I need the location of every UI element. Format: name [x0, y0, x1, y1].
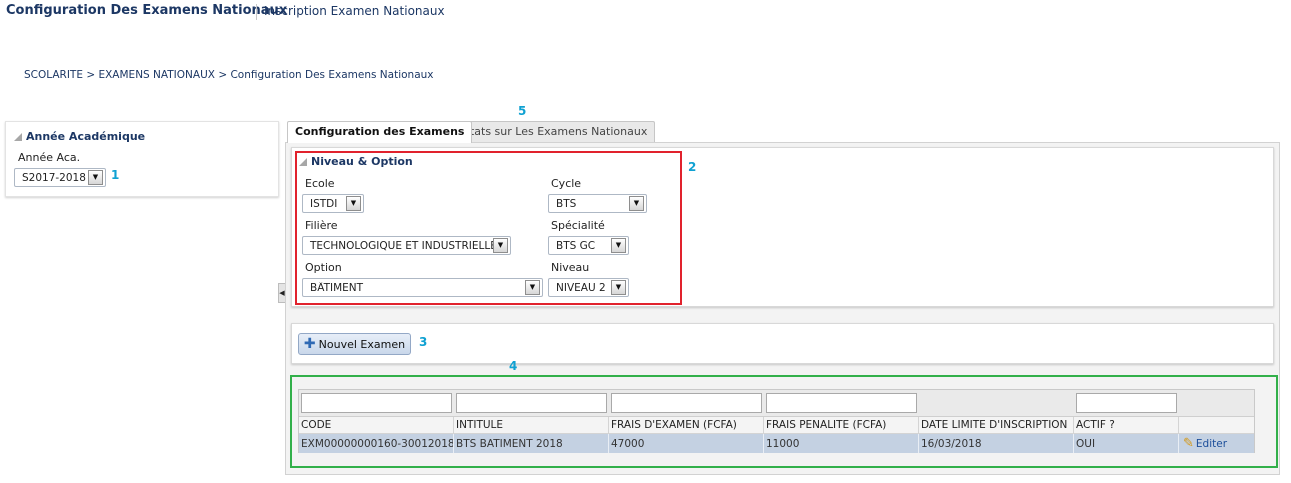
dropdown-arrow-icon[interactable]: ▼: [493, 238, 508, 253]
editer-link[interactable]: ✎ Editer: [1183, 436, 1227, 451]
actions-section: [291, 323, 1274, 364]
option-label: Option: [305, 261, 342, 274]
tab-etats-examens[interactable]: Etats sur Les Examens Nationaux: [455, 121, 656, 142]
option-select[interactable]: BÂTIMENT ▼: [302, 278, 543, 297]
column-header-frais-examen[interactable]: FRAIS D'EXAMEN (FCFA): [609, 417, 764, 433]
header-divider: [256, 4, 257, 20]
filter-input-frais-examen[interactable]: [611, 393, 762, 413]
dropdown-arrow-icon[interactable]: ▼: [88, 170, 103, 185]
specialite-select[interactable]: BTS GC ▼: [548, 236, 629, 255]
annotation-marker-1: 1: [111, 168, 120, 182]
cycle-select-value: BTS: [556, 197, 577, 210]
column-header-frais-penalite[interactable]: FRAIS PENALITE (FCFA): [764, 417, 919, 433]
plus-icon: ✚: [303, 336, 316, 352]
option-select-value: BÂTIMENT: [310, 281, 364, 294]
filiere-select[interactable]: TECHNOLOGIQUE ET INDUSTRIELLE ▼: [302, 236, 511, 255]
app-title: Configuration Des Examens Nationaux: [6, 3, 288, 18]
table-header-row: CODE INTITULE FRAIS D'EXAMEN (FCFA) FRAI…: [299, 417, 1254, 434]
niveau-label: Niveau: [551, 261, 590, 274]
academic-year-label: Année Aca.: [18, 151, 81, 164]
collapse-triangle-icon[interactable]: [299, 158, 307, 166]
filter-input-code[interactable]: [301, 393, 452, 413]
editer-label: Editer: [1195, 437, 1228, 450]
table-row[interactable]: EXM00000000160-30012018 BTS BATIMENT 201…: [299, 434, 1254, 453]
dropdown-arrow-icon[interactable]: ▼: [346, 196, 361, 211]
breadcrumb: SCOLARITE > EXAMENS NATIONAUX > Configur…: [24, 69, 434, 81]
annotation-marker-2: 2: [688, 160, 697, 174]
niveau-option-header[interactable]: Niveau & Option: [299, 155, 413, 168]
column-header-actions: [1179, 417, 1256, 433]
niveau-select-value: NIVEAU 2: [556, 281, 606, 294]
ecole-select-value: ISTDI: [310, 197, 338, 210]
pencil-icon: ✎: [1183, 436, 1194, 451]
ecole-label: Ecole: [305, 177, 335, 190]
dropdown-arrow-icon[interactable]: ▼: [611, 280, 626, 295]
annotation-marker-4: 4: [509, 359, 518, 373]
column-header-intitule[interactable]: INTITULE: [454, 417, 609, 433]
filiere-select-value: TECHNOLOGIQUE ET INDUSTRIELLE: [310, 239, 493, 252]
cell-frais-examen: 47000: [609, 434, 764, 453]
filter-input-intitule[interactable]: [456, 393, 607, 413]
niveau-option-title: Niveau & Option: [311, 155, 413, 168]
academic-year-panel-title: Année Académique: [26, 130, 146, 143]
dropdown-arrow-icon[interactable]: ▼: [629, 196, 644, 211]
breadcrumb-item-current: Configuration Des Examens Nationaux: [230, 69, 434, 81]
filter-input-actif[interactable]: [1076, 393, 1177, 413]
cell-actif: OUI: [1074, 434, 1179, 453]
breadcrumb-item-examens-nationaux[interactable]: EXAMENS NATIONAUX: [98, 69, 214, 81]
breadcrumb-item-scolarite[interactable]: SCOLARITE: [24, 69, 83, 81]
filiere-label: Filière: [305, 219, 338, 232]
specialite-select-value: BTS GC: [556, 239, 596, 252]
dropdown-arrow-icon[interactable]: ▼: [525, 280, 540, 295]
dropdown-arrow-icon[interactable]: ▼: [611, 238, 626, 253]
nouvel-examen-button[interactable]: ✚ Nouvel Examen: [298, 333, 411, 355]
annotation-marker-3: 3: [419, 335, 428, 349]
specialite-label: Spécialité: [551, 219, 605, 232]
breadcrumb-separator: >: [86, 69, 96, 81]
annotation-marker-5: 5: [518, 104, 527, 118]
cycle-select[interactable]: BTS ▼: [548, 194, 647, 213]
column-header-actif[interactable]: ACTIF ?: [1074, 417, 1179, 433]
table-filter-row: [299, 390, 1254, 417]
breadcrumb-separator: >: [218, 69, 228, 81]
chevron-left-icon: ◀: [279, 289, 285, 297]
academic-year-select-value: S2017-2018: [22, 171, 86, 184]
cycle-label: Cycle: [551, 177, 582, 190]
column-header-code[interactable]: CODE: [299, 417, 454, 433]
academic-year-select[interactable]: S2017-2018 ▼: [14, 168, 106, 187]
cell-intitule: BTS BATIMENT 2018: [454, 434, 609, 453]
exams-table: CODE INTITULE FRAIS D'EXAMEN (FCFA) FRAI…: [298, 389, 1255, 453]
filter-input-frais-penalite[interactable]: [766, 393, 917, 413]
cell-actions: ✎ Editer: [1179, 434, 1256, 453]
academic-year-panel-header[interactable]: Année Académique: [14, 130, 145, 143]
inscription-examen-link[interactable]: Inscription Examen Nationaux: [264, 4, 445, 18]
niveau-select[interactable]: NIVEAU 2 ▼: [548, 278, 629, 297]
tab-configuration-examens[interactable]: Configuration des Examens: [287, 121, 473, 143]
cell-frais-penalite: 11000: [764, 434, 919, 453]
ecole-select[interactable]: ISTDI ▼: [302, 194, 364, 213]
collapse-triangle-icon[interactable]: [14, 133, 22, 141]
cell-date-limite: 16/03/2018: [919, 434, 1074, 453]
nouvel-examen-label: Nouvel Examen: [318, 337, 406, 351]
cell-code: EXM00000000160-30012018: [299, 434, 454, 453]
column-header-date-limite[interactable]: DATE LIMITE D'INSCRIPTION: [919, 417, 1074, 433]
